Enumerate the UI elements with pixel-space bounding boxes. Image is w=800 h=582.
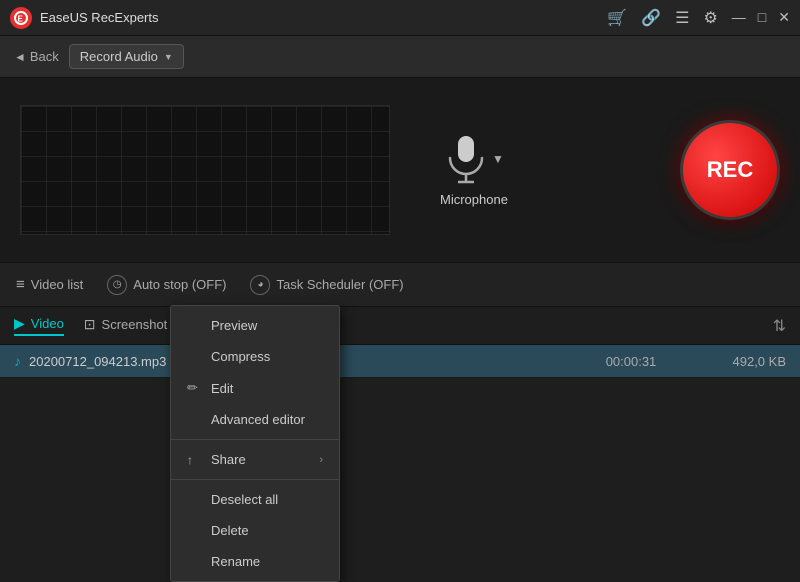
back-arrow-icon: ◄	[14, 50, 26, 64]
file-table: ♪ 20200712_094213.mp3 00:00:31 492,0 KB	[0, 345, 800, 378]
waveform-grid	[21, 106, 389, 234]
rec-label: REC	[707, 157, 753, 183]
maximize-button[interactable]: □	[758, 9, 766, 26]
sort-icon[interactable]: ⇅	[773, 316, 786, 336]
ctx-preview[interactable]: Preview	[171, 310, 339, 341]
task-scheduler-label: Task Scheduler (OFF)	[276, 277, 403, 292]
back-button[interactable]: ◄ Back	[14, 49, 59, 64]
video-list-icon: ≡	[16, 276, 25, 293]
main-content: ▼ Microphone REC	[0, 78, 800, 263]
microphone-label: Microphone	[440, 192, 508, 207]
rec-button-area: REC	[680, 120, 780, 220]
ctx-share-label: Share	[211, 452, 246, 467]
ctx-compress-label: Compress	[211, 349, 270, 364]
back-label: Back	[30, 49, 59, 64]
ctx-delete-label: Delete	[211, 523, 249, 538]
video-list-item[interactable]: ≡ Video list	[16, 276, 83, 293]
edit-icon: ✏	[187, 380, 203, 396]
record-audio-label: Record Audio	[80, 49, 158, 64]
task-scheduler-item[interactable]: ◕ Task Scheduler (OFF)	[250, 275, 403, 295]
record-audio-button[interactable]: Record Audio ▼	[69, 44, 184, 69]
microphone-section: ▼ Microphone	[440, 134, 508, 207]
bottom-toolbar: ≡ Video list ◷ Auto stop (OFF) ◕ Task Sc…	[0, 263, 800, 307]
ctx-delete[interactable]: Delete	[171, 515, 339, 546]
settings-icon[interactable]: ⚙	[703, 8, 717, 28]
task-scheduler-icon: ◕	[250, 275, 270, 295]
microphone-icon	[444, 134, 488, 184]
tool-icon[interactable]: 🔗	[641, 8, 661, 28]
ctx-edit-label: Edit	[211, 381, 233, 396]
ctx-rename-label: Rename	[211, 554, 260, 569]
context-menu: Preview Compress ✏ Edit Advanced editor …	[170, 305, 340, 582]
ctx-advanced-editor[interactable]: Advanced editor	[171, 404, 339, 435]
ctx-edit[interactable]: ✏ Edit	[171, 372, 339, 404]
video-tab-label: Video	[31, 316, 64, 331]
rec-button[interactable]: REC	[680, 120, 780, 220]
screenshot-tab-icon: ⊡	[84, 316, 96, 333]
ctx-deselect-all[interactable]: Deselect all	[171, 484, 339, 515]
file-duration: 00:00:31	[596, 354, 666, 369]
auto-stop-icon: ◷	[107, 275, 127, 295]
file-list-tabs: ▶ Video ⊡ Screenshot ⇅	[0, 307, 800, 345]
tab-screenshot[interactable]: ⊡ Screenshot	[84, 316, 168, 335]
waveform-area	[20, 105, 390, 235]
close-button[interactable]: ✕	[778, 9, 790, 26]
minimize-button[interactable]: —	[732, 9, 746, 26]
mic-icon-wrapper[interactable]: ▼	[444, 134, 504, 184]
titlebar: E EaseUS RecExperts 🛒 🔗 ☰ ⚙ — □ ✕	[0, 0, 800, 36]
ctx-advanced-editor-label: Advanced editor	[211, 412, 305, 427]
title-icons: 🛒 🔗 ☰ ⚙	[607, 8, 718, 28]
app-logo: E	[10, 7, 32, 29]
ctx-divider-2	[171, 479, 339, 480]
ctx-divider-1	[171, 439, 339, 440]
video-tab-icon: ▶	[14, 315, 25, 332]
share-icon: ↑	[187, 453, 203, 467]
ctx-rename[interactable]: Rename	[171, 546, 339, 577]
app-name: EaseUS RecExperts	[40, 10, 607, 25]
auto-stop-label: Auto stop (OFF)	[133, 277, 226, 292]
table-row[interactable]: ♪ 20200712_094213.mp3 00:00:31 492,0 KB	[0, 345, 800, 378]
file-size: 492,0 KB	[706, 354, 786, 369]
ctx-preview-label: Preview	[211, 318, 257, 333]
ctx-compress[interactable]: Compress	[171, 341, 339, 372]
ctx-share[interactable]: ↑ Share ›	[171, 444, 339, 475]
share-submenu-arrow: ›	[319, 454, 323, 466]
file-list-area: ▶ Video ⊡ Screenshot ⇅ ♪ 20200712_094213…	[0, 307, 800, 378]
ctx-deselect-all-label: Deselect all	[211, 492, 278, 507]
toolbar: ◄ Back Record Audio ▼	[0, 36, 800, 78]
screenshot-tab-label: Screenshot	[102, 317, 168, 332]
microphone-dropdown-arrow[interactable]: ▼	[492, 152, 504, 166]
svg-text:E: E	[18, 14, 24, 23]
file-audio-icon: ♪	[14, 353, 21, 369]
cart-icon[interactable]: 🛒	[607, 8, 627, 28]
auto-stop-item[interactable]: ◷ Auto stop (OFF)	[107, 275, 226, 295]
video-list-label: Video list	[31, 277, 84, 292]
menu-icon[interactable]: ☰	[675, 8, 689, 28]
dropdown-arrow-icon: ▼	[164, 52, 173, 62]
window-controls: — □ ✕	[732, 9, 790, 26]
tab-video[interactable]: ▶ Video	[14, 315, 64, 336]
